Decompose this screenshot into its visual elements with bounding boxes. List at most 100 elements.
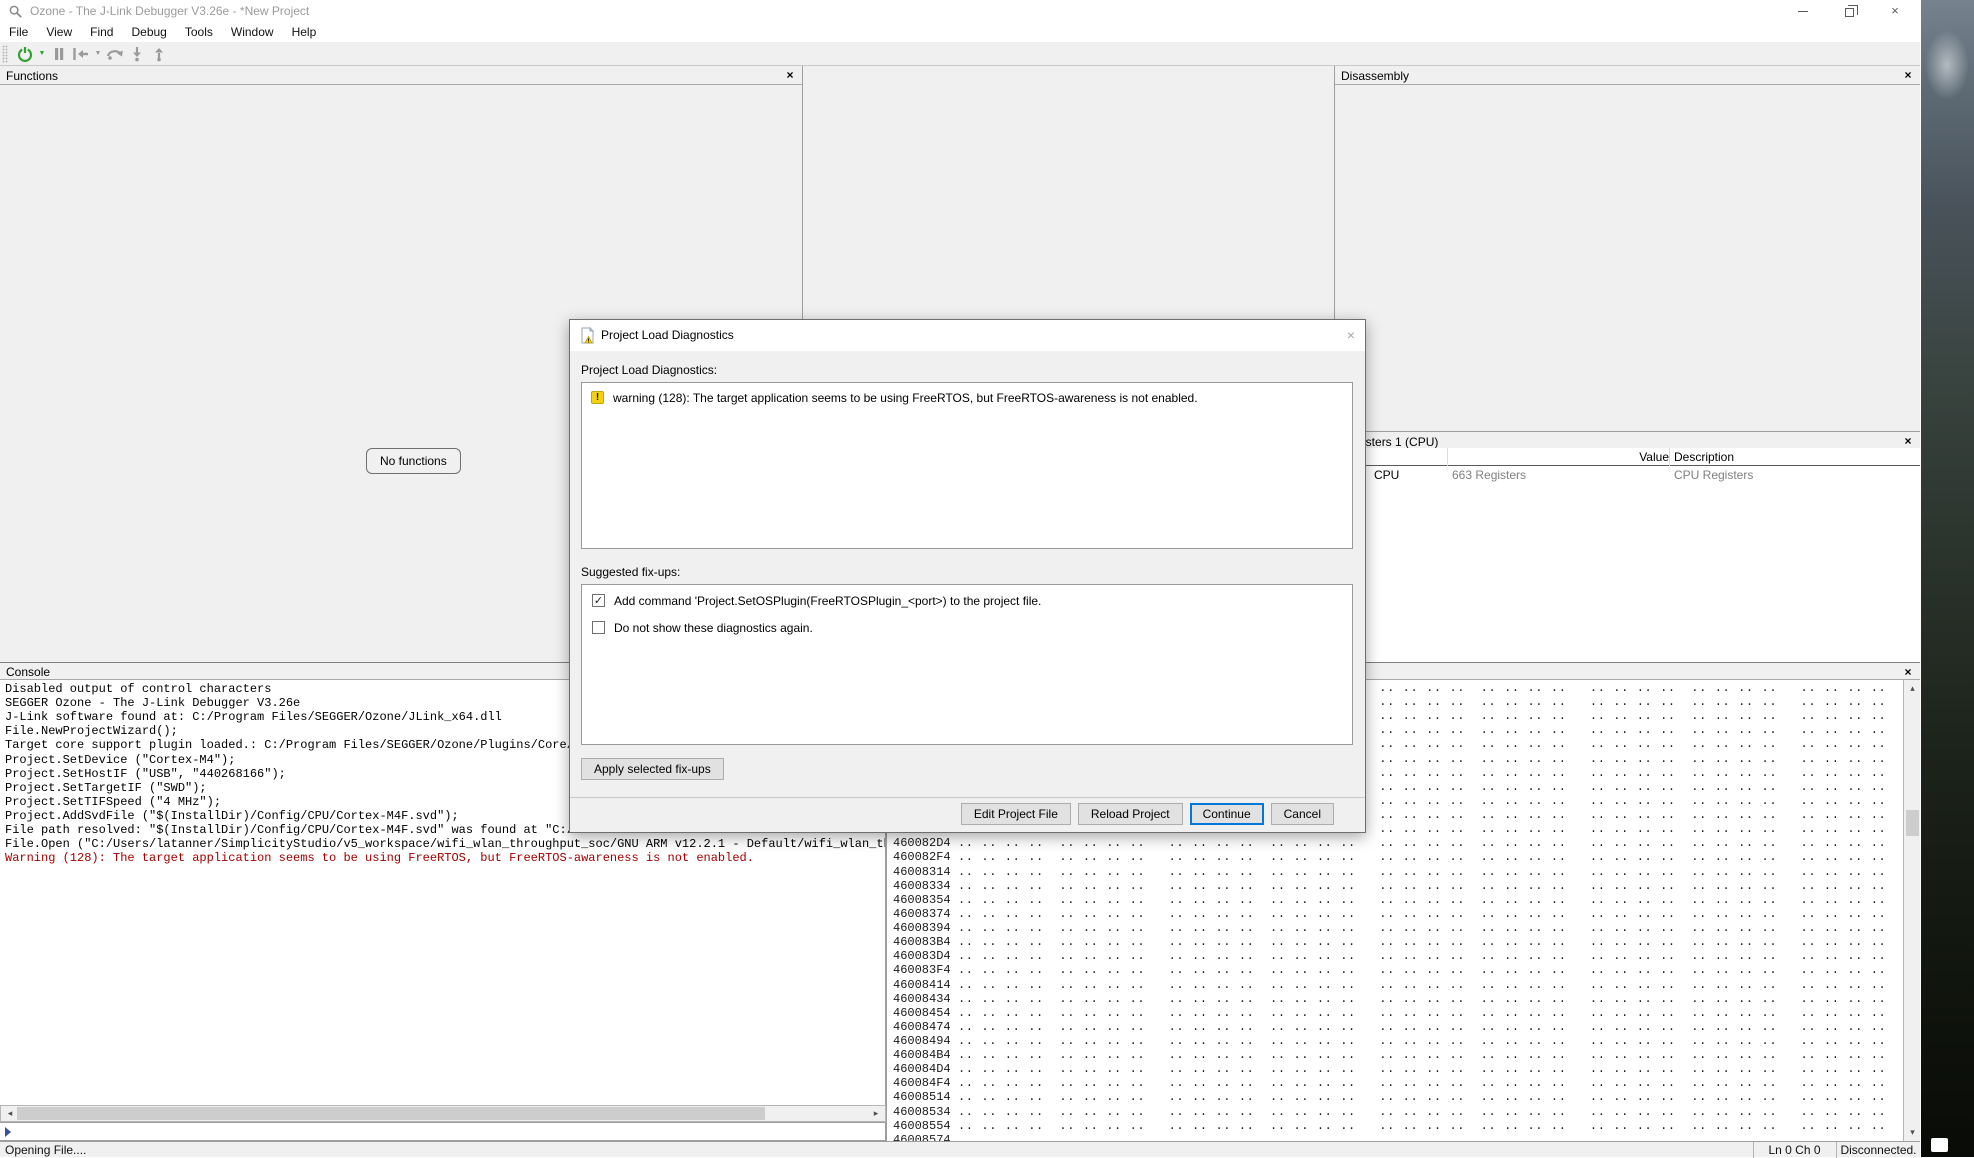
scroll-right-icon[interactable]: ▸ (869, 1106, 883, 1121)
scrollbar-thumb[interactable] (17, 1107, 765, 1120)
console-line: Project.SetDevice ("Cortex-M4"); (5, 753, 235, 767)
register-group-description: CPU Registers (1674, 468, 1753, 482)
edit-project-file-button[interactable]: Edit Project File (961, 803, 1071, 825)
power-debug-button[interactable] (14, 44, 36, 64)
checkbox-icon[interactable]: ✓ (592, 594, 605, 607)
registers-col-value: Value (1447, 450, 1669, 464)
memory-address: 46008414 (893, 978, 951, 992)
memory-address: 46008494 (893, 1034, 951, 1048)
status-connection: Disconnected. (1836, 1142, 1920, 1158)
scrollbar-thumb[interactable] (1906, 810, 1919, 836)
console-line: Project.SetHostIF ("USB", "440268166"); (5, 767, 286, 781)
title-bar: Ozone - The J-Link Debugger V3.26e - *Ne… (0, 0, 1920, 23)
memory-address: 46008574 (893, 1133, 951, 1141)
console-horizontal-scrollbar[interactable]: ◂ ▸ (0, 1105, 886, 1122)
reset-dropdown-icon[interactable]: ▼ (92, 44, 104, 64)
menu-tools[interactable]: Tools (176, 23, 222, 42)
continue-button[interactable]: Continue (1190, 803, 1264, 825)
registers-cpu-row[interactable]: CPU 663 Registers CPU Registers (1335, 466, 1920, 483)
minimize-icon (1798, 11, 1808, 12)
console-line: J-Link software found at: C:/Program Fil… (5, 710, 502, 724)
menu-find[interactable]: Find (81, 23, 122, 42)
memory-bytes-unreadable: .. .. .. .. .. .. .. .. .. .. .. .. .. .… (958, 935, 1920, 949)
close-window-button[interactable]: × (1878, 0, 1912, 22)
memory-row: 46008494 .. .. .. .. .. .. .. .. .. .. ..… (887, 1034, 1920, 1048)
dialog-title-bar: Project Load Diagnostics × (570, 320, 1365, 351)
minimize-button[interactable] (1786, 0, 1820, 22)
reload-project-button[interactable]: Reload Project (1078, 803, 1183, 825)
console-line: Project.AddSvdFile ("$(InstallDir)/Confi… (5, 809, 459, 823)
desktop-wallpaper-strip (1921, 0, 1974, 1157)
menu-debug[interactable]: Debug (122, 23, 175, 42)
pause-button[interactable] (48, 44, 70, 64)
status-line-column: Ln 0 Ch 0 (1753, 1142, 1835, 1158)
memory-address: 46008394 (893, 921, 951, 935)
dialog-close-icon[interactable]: × (1347, 327, 1355, 343)
toolbar-grip-icon (2, 45, 8, 63)
disassembly-close-icon[interactable]: × (1901, 68, 1915, 82)
memory-address: 460084B4 (893, 1048, 951, 1062)
toolbar: ▼ ▼ (0, 42, 1920, 66)
cancel-button[interactable]: Cancel (1271, 803, 1334, 825)
console-line: Target core support plugin loaded.: C:/P… (5, 738, 588, 752)
memory-close-icon[interactable]: × (1901, 665, 1915, 679)
console-line: File.NewProjectWizard(); (5, 724, 178, 738)
functions-close-icon[interactable]: × (783, 68, 797, 82)
memory-bytes-unreadable: .. .. .. .. .. .. .. .. .. .. .. .. .. .… (958, 1034, 1920, 1048)
console-line: File path resolved: "$(InstallDir)/Confi… (5, 823, 588, 837)
scroll-up-icon[interactable]: ▴ (1905, 681, 1920, 696)
scroll-down-icon[interactable]: ▾ (1905, 1125, 1920, 1140)
memory-address: 46008554 (893, 1119, 951, 1133)
diagnostics-list[interactable]: ! warning (128): The target application … (581, 382, 1353, 549)
diagnostics-document-icon (579, 327, 596, 344)
memory-vertical-scrollbar[interactable]: ▴ ▾ (1903, 680, 1920, 1141)
fixups-label: Suggested fix-ups: (581, 565, 680, 579)
step-into-button[interactable] (126, 44, 148, 64)
apply-fixups-button[interactable]: Apply selected fix-ups (581, 758, 724, 780)
memory-bytes-unreadable: .. .. .. .. .. .. .. .. .. .. .. .. .. .… (958, 850, 1920, 864)
reset-run-to-start-button[interactable] (70, 44, 92, 64)
console-line: Project.SetTIFSpeed ("4 MHz"); (5, 795, 221, 809)
no-functions-placeholder: No functions (366, 448, 461, 474)
power-dropdown-icon[interactable]: ▼ (36, 44, 48, 64)
memory-bytes-unreadable: .. .. .. .. .. .. .. .. .. .. .. .. .. .… (958, 963, 1920, 977)
memory-row: 460084B4.. .. .. .. .. .. .. .. .. .. ..… (887, 1048, 1920, 1062)
console-line: Disabled output of control characters (5, 682, 271, 696)
memory-row: 460084F4.. .. .. .. .. .. .. .. .. .. ..… (887, 1076, 1920, 1090)
restore-icon (1845, 8, 1854, 17)
dialog-button-row: Edit Project File Reload Project Continu… (961, 803, 1334, 825)
menu-view[interactable]: View (37, 23, 81, 42)
functions-panel-title: Functions (6, 69, 58, 83)
step-out-button[interactable] (148, 44, 170, 64)
menu-window[interactable]: Window (222, 23, 283, 42)
menu-help[interactable]: Help (283, 23, 326, 42)
scroll-left-icon[interactable]: ◂ (3, 1106, 17, 1121)
memory-row: 46008434.. .. .. .. .. .. .. .. .. .. ..… (887, 992, 1920, 1006)
console-warning-line: Warning (128): The target application se… (5, 851, 754, 865)
fixups-list[interactable]: ✓ Add command 'Project.SetOSPlugin(FreeR… (581, 584, 1353, 745)
restore-button[interactable] (1832, 0, 1866, 22)
memory-bytes-unreadable: .. .. .. .. .. .. .. .. .. .. .. .. .. .… (958, 1119, 1920, 1133)
menu-file[interactable]: File (0, 23, 37, 42)
memory-row: 46008334.. .. .. .. .. .. .. .. .. .. ..… (887, 879, 1920, 893)
checkbox-icon[interactable]: ✓ (592, 621, 605, 634)
memory-row: 46008314 .. .. .. .. .. .. .. .. .. .. ..… (887, 865, 1920, 879)
memory-bytes-unreadable: .. .. .. .. .. .. .. .. .. .. .. .. .. .… (958, 879, 1920, 893)
memory-bytes-unreadable: .. .. .. .. .. .. .. .. .. .. .. .. .. .… (958, 836, 1920, 850)
memory-address: 46008434 (893, 992, 951, 1006)
memory-bytes-unreadable: .. .. .. .. .. .. .. .. .. .. .. .. .. .… (958, 865, 1920, 879)
functions-panel-header: Functions × (0, 66, 802, 85)
status-bar: Opening File.... Ln 0 Ch 0 Disconnected. (0, 1141, 1920, 1157)
disassembly-panel-title: Disassembly (1341, 69, 1409, 83)
step-over-button[interactable] (104, 44, 126, 64)
memory-bytes-unreadable: .. .. .. .. .. .. .. .. .. .. .. .. .. .… (958, 907, 1920, 921)
registers-panel-body (1335, 483, 1920, 662)
menu-bar: FileViewFindDebugToolsWindowHelp (0, 23, 1920, 42)
memory-bytes-unreadable: .. .. .. .. .. .. .. .. .. .. .. .. .. .… (958, 978, 1920, 992)
memory-bytes-unreadable: .. .. .. .. .. .. .. .. .. .. .. .. .. .… (958, 1076, 1920, 1090)
console-command-input[interactable] (0, 1122, 886, 1141)
memory-bytes-unreadable: .. .. .. .. .. .. .. .. .. .. .. .. .. .… (958, 893, 1920, 907)
memory-address: 46008314 (893, 865, 951, 879)
dialog-title: Project Load Diagnostics (601, 328, 734, 342)
registers-close-icon[interactable]: × (1901, 434, 1915, 448)
